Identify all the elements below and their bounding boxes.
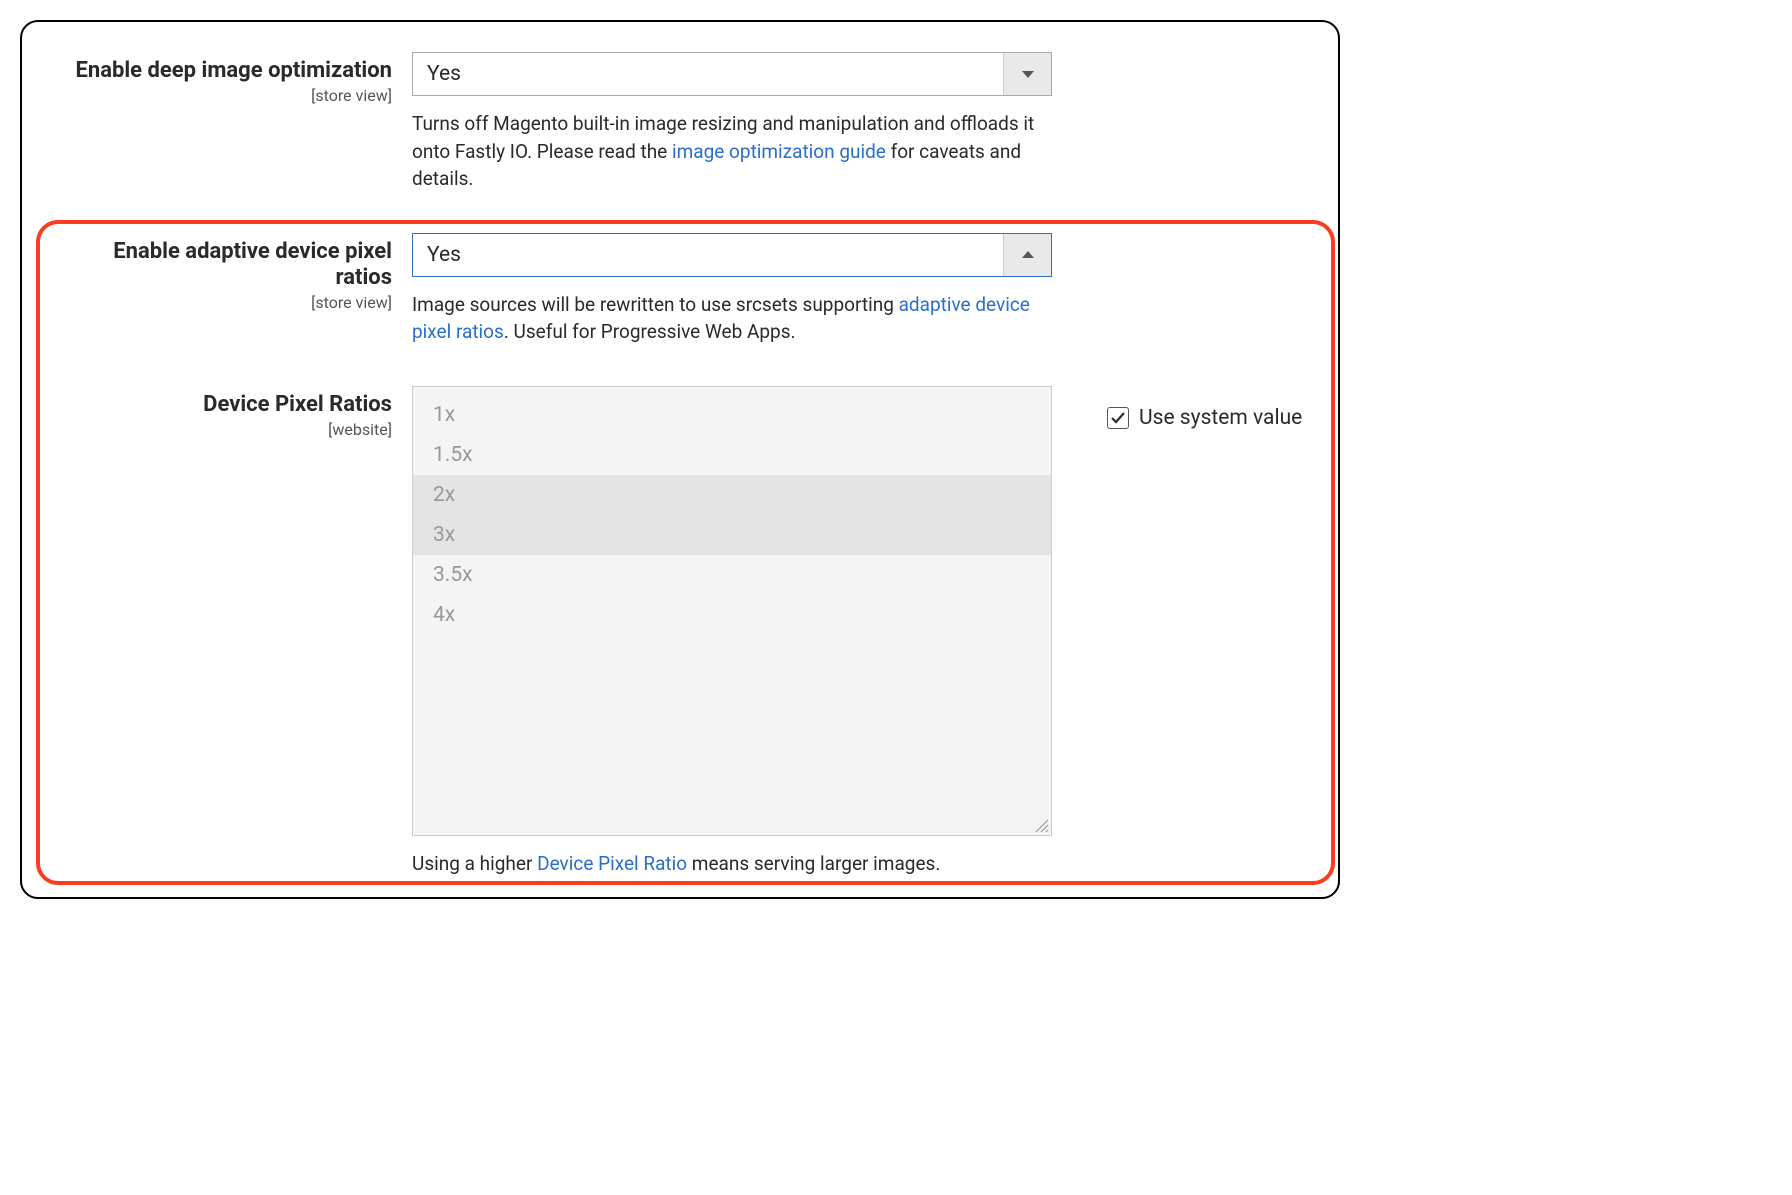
checkbox-use-system-value[interactable]: Use system value [1107,406,1302,430]
help-text-pre: Using a higher [412,852,537,875]
field-row-adaptive-dpr: Enable adaptive device pixel ratios [sto… [22,233,1338,346]
field-scope: [website] [52,420,392,439]
field-label-adaptive-dpr: Enable adaptive device pixel ratios [52,239,392,292]
field-label-deep-image-opt: Enable deep image optimization [52,58,392,84]
field-control-col: 1x1.5x2x3x3.5x4x Using a higher Device P… [412,386,1052,878]
select-value: Yes [413,243,1003,267]
field-row-deep-image-opt: Enable deep image optimization [store vi… [22,52,1338,193]
field-control-col: Yes Turns off Magento built-in image res… [412,52,1052,193]
multiselect-option[interactable]: 1.5x [413,435,1051,475]
field-label-col: Device Pixel Ratios [website] [52,386,412,439]
config-panel: Enable deep image optimization [store vi… [20,20,1340,899]
field-control-col: Yes Image sources will be rewritten to u… [412,233,1052,346]
field-label-col: Enable adaptive device pixel ratios [sto… [52,233,412,313]
resize-handle-icon[interactable] [1035,819,1049,833]
help-text-post: . Useful for Progressive Web Apps. [504,320,796,343]
multiselect-option[interactable]: 1x [413,395,1051,435]
field-extra-col: Use system value [1052,386,1302,430]
chevron-up-icon [1022,251,1034,258]
multiselect-device-pixel-ratios[interactable]: 1x1.5x2x3x3.5x4x [412,386,1052,836]
multiselect-option[interactable]: 4x [413,595,1051,635]
multiselect-option[interactable]: 3.5x [413,555,1051,595]
field-scope: [store view] [52,86,392,105]
field-help-adaptive-dpr: Image sources will be rewritten to use s… [412,291,1052,346]
field-label-col: Enable deep image optimization [store vi… [52,52,412,105]
select-adaptive-dpr[interactable]: Yes [412,233,1052,277]
check-icon [1110,410,1126,426]
multiselect-option[interactable]: 2x [413,475,1051,515]
multiselect-option[interactable]: 3x [413,515,1051,555]
field-row-device-pixel-ratios: Device Pixel Ratios [website] 1x1.5x2x3x… [22,386,1338,878]
help-text-post: means serving larger images. [687,852,940,875]
chevron-down-icon [1022,71,1034,78]
select-value: Yes [413,62,1003,86]
field-label-device-pixel-ratios: Device Pixel Ratios [52,392,392,418]
field-scope: [store view] [52,293,392,312]
field-help-device-pixel-ratios: Using a higher Device Pixel Ratio means … [412,850,1052,878]
checkbox-box[interactable] [1107,407,1129,429]
checkbox-label: Use system value [1139,406,1302,430]
field-help-deep-image-opt: Turns off Magento built-in image resizin… [412,110,1052,193]
help-link-device-pixel-ratio[interactable]: Device Pixel Ratio [537,852,687,875]
select-arrow-button[interactable] [1003,234,1051,276]
select-deep-image-opt[interactable]: Yes [412,52,1052,96]
help-text-pre: Image sources will be rewritten to use s… [412,293,899,316]
select-arrow-button[interactable] [1003,53,1051,95]
help-link-image-opt-guide[interactable]: image optimization guide [672,140,886,163]
